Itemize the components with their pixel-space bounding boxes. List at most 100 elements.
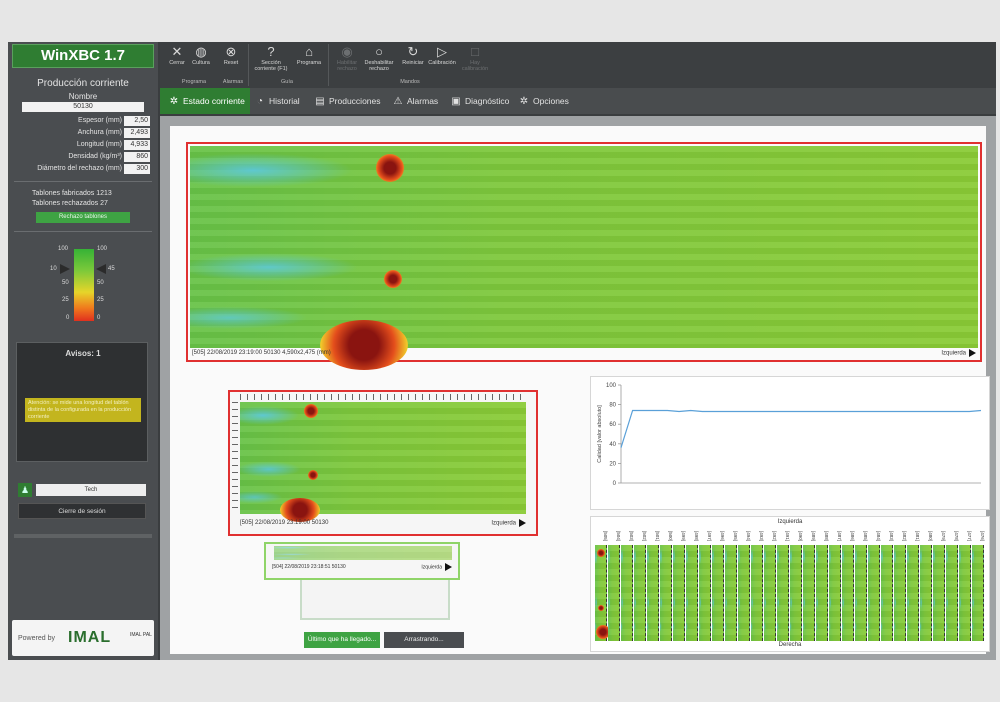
grid-column-label: [479] bbox=[941, 530, 946, 541]
dragging-button[interactable]: Arrastrando... bbox=[384, 632, 464, 648]
grid-column-label: [482] bbox=[902, 530, 907, 541]
grid-column-label: [494] bbox=[746, 530, 751, 541]
y-tick-label: 80 bbox=[609, 403, 616, 409]
grid-board-cell[interactable] bbox=[842, 545, 854, 641]
group-guia: Guía bbox=[281, 79, 293, 85]
grid-board-cell[interactable] bbox=[920, 545, 932, 641]
divider bbox=[14, 231, 152, 232]
tab-diagnostico[interactable]: ▣ Diagnóstico bbox=[450, 88, 514, 114]
tab-historial[interactable]: ◔ Historial bbox=[254, 88, 310, 114]
scale-right-25: 25 bbox=[97, 297, 104, 303]
tab-bar: ✲ Estado corriente ◔ Historial ▤ Produccion… bbox=[160, 88, 996, 114]
grid-board-cell[interactable] bbox=[881, 545, 893, 641]
enable-reject-button[interactable]: ◉ Habilitar rechazo bbox=[332, 44, 362, 72]
prev-heatmap-caption: [504] 22/08/2019 23:18:51 50130 bbox=[272, 564, 346, 570]
grid-board-cell[interactable] bbox=[777, 545, 789, 641]
grid-board-cell[interactable] bbox=[946, 545, 958, 641]
grid-column-label: [483] bbox=[889, 530, 894, 541]
disable-reject-button[interactable]: ○ Deshabilitar rechazo bbox=[362, 44, 396, 72]
logo: Powered by IMAL IMAL PAL bbox=[12, 620, 154, 656]
home-icon: ⌂ bbox=[305, 44, 313, 59]
grid-board-cell[interactable] bbox=[933, 545, 945, 641]
main-heatmap-side: Izquierda bbox=[941, 349, 976, 357]
warning-icon: ⚠ bbox=[393, 96, 403, 107]
restart-button[interactable]: ↻ Reiniciar bbox=[398, 44, 428, 66]
grid-board-cell[interactable] bbox=[725, 545, 737, 641]
boards-made-label: Tablones fabricados bbox=[32, 190, 95, 197]
grid-board-cell[interactable] bbox=[608, 545, 620, 641]
square-icon: □ bbox=[471, 44, 479, 59]
quality-chart-svg: 0 20 40 60 80 100 Calidad [valor absoluto] bbox=[597, 383, 982, 487]
main-heatmap[interactable] bbox=[190, 146, 978, 370]
scale-right-50: 50 bbox=[97, 280, 104, 286]
y-tick-label: 100 bbox=[606, 383, 617, 389]
grid-board-cell[interactable] bbox=[634, 545, 646, 641]
board-grid-view: Izquierda [505] [504] [503] [502] [501] [500]… bbox=[590, 516, 990, 652]
has-calibration-button[interactable]: □ Hay calibración bbox=[460, 44, 490, 72]
tab-label: Diagnóstico bbox=[465, 96, 510, 106]
grid-board-cell[interactable] bbox=[621, 545, 633, 641]
boards-made: Tablones fabricados 1213 bbox=[32, 190, 112, 197]
defect-spot bbox=[597, 549, 605, 557]
current-section-button[interactable]: ? Sección corriente (F1) bbox=[252, 44, 290, 72]
grid-board-cell[interactable] bbox=[738, 545, 750, 641]
grid-board-cell[interactable] bbox=[959, 545, 971, 641]
grid-board-cell[interactable] bbox=[712, 545, 724, 641]
grid-board-cell[interactable] bbox=[868, 545, 880, 641]
side-label: Izquierda bbox=[491, 520, 516, 527]
threshold-left-arrow-icon[interactable] bbox=[60, 264, 70, 274]
tab-producciones[interactable]: ▤ Producciones bbox=[314, 88, 388, 114]
grid-board-cell[interactable] bbox=[894, 545, 906, 641]
tab-estado-corriente[interactable]: ✲ Estado corriente bbox=[160, 88, 250, 114]
main-heatmap-frame[interactable]: [505] 22/08/2019 23:19:00 50130 4,590x2,… bbox=[186, 142, 982, 370]
grid-column-label: [478] bbox=[954, 530, 959, 541]
culture-button[interactable]: ◍ Cultura bbox=[186, 44, 216, 66]
history-stack-prev[interactable]: [504] 22/08/2019 23:18:51 50130 Izquierd… bbox=[264, 542, 460, 580]
grid-board-cell[interactable] bbox=[647, 545, 659, 641]
grid-column-label: [487] bbox=[837, 530, 842, 541]
scale-left-top: 100 bbox=[58, 246, 69, 252]
grid-board-cell[interactable] bbox=[816, 545, 828, 641]
tab-label: Producciones bbox=[329, 96, 381, 106]
grid-board-cell[interactable] bbox=[790, 545, 802, 641]
logout-button[interactable]: Cierre de sesión bbox=[18, 503, 146, 519]
grid-board-cell[interactable] bbox=[764, 545, 776, 641]
program-button[interactable]: ⌂ Programa bbox=[294, 44, 324, 66]
y-tick-label: 40 bbox=[609, 442, 616, 448]
grid-board-cell[interactable] bbox=[855, 545, 867, 641]
alert-message[interactable]: Atención: se mide una longitud del tabló… bbox=[25, 398, 141, 422]
threshold-right-arrow-icon[interactable] bbox=[96, 264, 106, 274]
grid-board-cell[interactable] bbox=[829, 545, 841, 641]
reset-button[interactable]: ⊗ Reset bbox=[216, 44, 246, 66]
grid-bottom-label: Derecha bbox=[778, 642, 802, 648]
param-value: 860 bbox=[124, 152, 150, 162]
small-heatmap-frame[interactable]: [505] 22/08/2019 23:19:00 50130 Izquierd… bbox=[228, 390, 538, 536]
tab-alarmas[interactable]: ⚠ Alarmas bbox=[392, 88, 446, 114]
calibration-button[interactable]: ▷ Calibración bbox=[426, 44, 458, 66]
grid-board-cell[interactable] bbox=[699, 545, 711, 641]
reject-boards-button[interactable]: Rechazo tablones bbox=[36, 212, 130, 223]
last-arrived-button[interactable]: Último que ha llegado... bbox=[304, 632, 380, 648]
scale-left-50: 50 bbox=[62, 280, 69, 286]
grid-board-cell[interactable] bbox=[673, 545, 685, 641]
grid-board-cell[interactable] bbox=[660, 545, 672, 641]
grid-board-cell[interactable] bbox=[751, 545, 763, 641]
small-heatmap[interactable] bbox=[240, 402, 526, 522]
grid-board-cell[interactable] bbox=[803, 545, 815, 641]
param-value: 2,50 bbox=[124, 116, 150, 126]
ribbon-toolbar: ✕ Cerrar ◍ Cultura ⊗ Reset ? Sección cor… bbox=[160, 42, 996, 88]
grid-board-cell[interactable] bbox=[595, 545, 610, 641]
grid-column-label: [501] bbox=[655, 530, 660, 541]
y-tick-label: 60 bbox=[609, 422, 616, 428]
grid-board-cell[interactable] bbox=[972, 545, 984, 641]
arrow-right-icon bbox=[445, 563, 452, 571]
group-programa: Programa bbox=[181, 79, 207, 85]
user-row: ♟ Tech bbox=[18, 483, 148, 497]
grid-board-cell[interactable] bbox=[686, 545, 698, 641]
param-value: 4,933 bbox=[124, 140, 150, 150]
grid-column-label: [496] bbox=[720, 530, 725, 541]
program-label: Programa bbox=[296, 60, 322, 66]
grid-board-cell[interactable] bbox=[907, 545, 919, 641]
history-stack-back bbox=[300, 576, 450, 620]
tab-opciones[interactable]: ✲ Opciones bbox=[518, 88, 578, 114]
